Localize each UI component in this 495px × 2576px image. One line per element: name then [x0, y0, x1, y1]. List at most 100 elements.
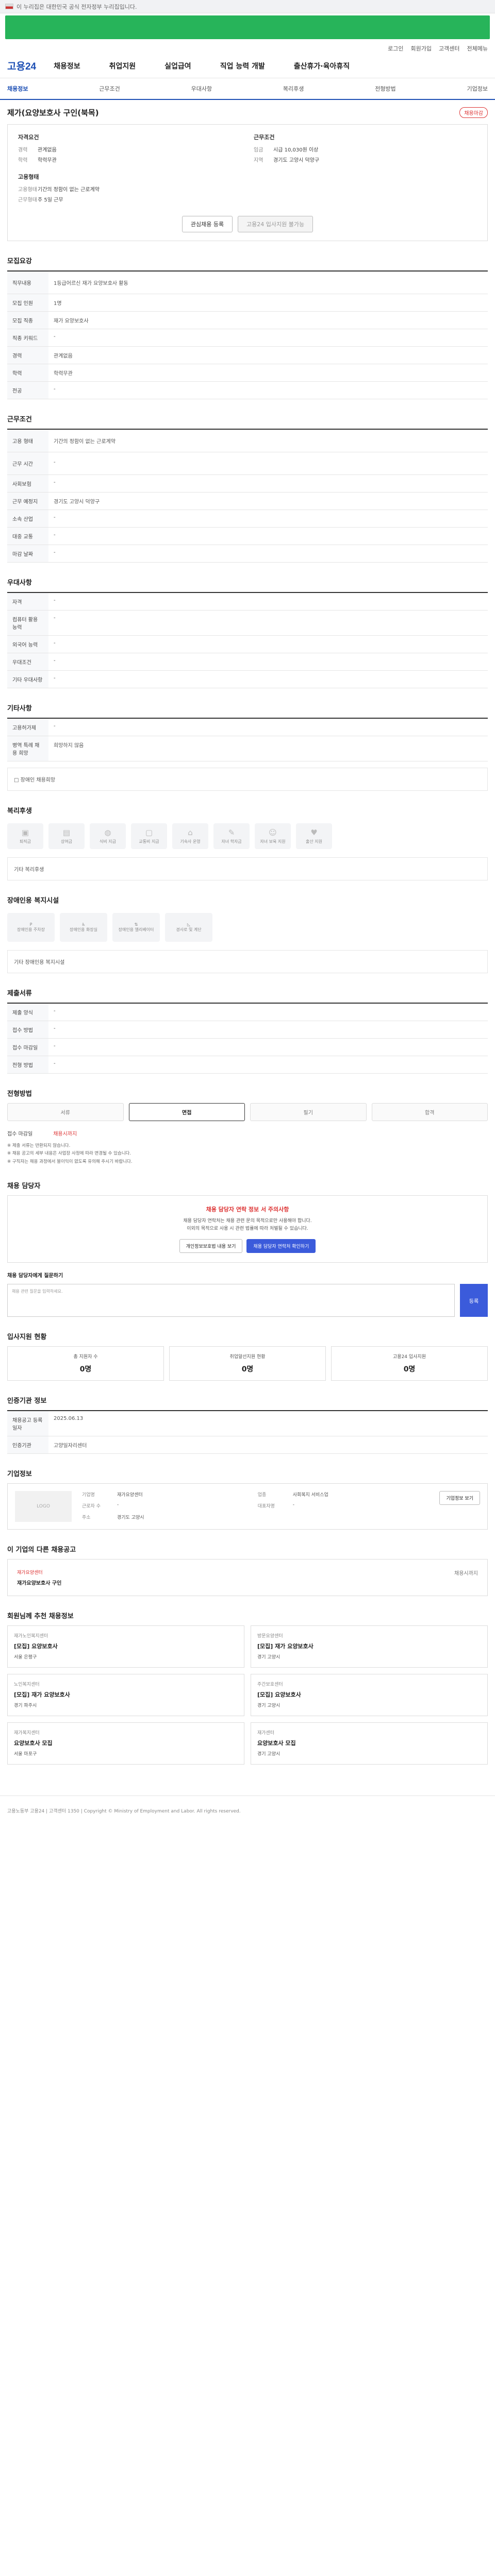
step-item: 면접: [128, 1103, 245, 1121]
inquiry-input[interactable]: 채용 관련 질문을 입력하세요.: [7, 1284, 455, 1317]
info-section: 인증기관 정보 채용공고 등록일자 2025.06.13 인증기관 고양일자리센터: [0, 1395, 495, 1454]
privacy-button[interactable]: 개인정보보호법 내용 보기: [179, 1239, 243, 1253]
school-icon: ✎: [228, 828, 235, 837]
welfare-item: ☺ 자녀 보육 지원: [255, 823, 291, 849]
recommend-card[interactable]: 주간보호센터 [모집] 요양보호사 경기 고양시: [251, 1674, 488, 1717]
row-value: -: [54, 1043, 56, 1049]
facility-note: 기타 장애인용 복지시설: [7, 950, 488, 973]
row-value: 희망하지 않음: [54, 743, 84, 749]
card-company: 재가노인복지센터: [14, 1634, 48, 1639]
stat-label: 총 지원자 수: [73, 1354, 98, 1360]
section-title: 기타사항: [7, 705, 32, 713]
house-icon: ⌂: [188, 828, 193, 837]
show-contact-button[interactable]: 채용 담당자 연락처 확인하기: [246, 1239, 316, 1253]
site-logo[interactable]: 고용24: [7, 59, 36, 73]
tab-work[interactable]: 근무조건: [99, 84, 120, 93]
row-key: 사회보험: [7, 475, 48, 492]
welfare-item: ▣ 퇴직금: [7, 823, 43, 849]
other-job-card[interactable]: 재가요양센터 재가요양보호사 구인 채용시까지: [7, 1559, 488, 1597]
summary-key: 고용형태: [18, 187, 37, 193]
row-key: 병역 특례 채용 희망: [7, 736, 48, 761]
welfare-item: ✎ 자녀 학자금: [213, 823, 250, 849]
tab-welfare[interactable]: 복리후생: [283, 84, 304, 93]
welfare-label: 상여금: [60, 839, 73, 844]
welfare-label: 식비 지급: [100, 839, 116, 844]
nav-benefit[interactable]: 실업급여: [164, 61, 191, 71]
facility-label: 장애인용 주차장: [16, 927, 45, 932]
card-title: [모집] 재가 요양보호사: [257, 1643, 314, 1650]
tab-process[interactable]: 전형방법: [375, 84, 395, 93]
facility-label: 경사로 및 계단: [176, 927, 202, 932]
nav-support[interactable]: 취업지원: [109, 61, 136, 71]
recommend-card[interactable]: 재가복지센터 요양보호사 모집 서울 마포구: [7, 1722, 244, 1765]
help-link[interactable]: 고객센터: [439, 44, 459, 53]
recommend-card[interactable]: 재가노인복지센터 [모집] 요양보호사 서울 은평구: [7, 1625, 244, 1668]
welfare-item: ♥ 출산 지원: [296, 823, 332, 849]
row-key: 대중 교통: [7, 528, 48, 545]
recommend-card[interactable]: 노인복지센터 [모집] 재가 요양보호사 경기 파주시: [7, 1674, 244, 1717]
company-value: 재가요양센터: [117, 1493, 143, 1498]
header: 고용24 채용정보 취업지원 실업급여 직업 능력 개발 출산휴가·육아휴직: [0, 53, 495, 78]
card-location: 서울 마포구: [14, 1752, 37, 1757]
save-job-button[interactable]: 관심채용 등록: [182, 216, 233, 232]
manager-section: 채용 담당자 채용 담당자 연락 정보 서 주의사항 채용 담당자 연락처는 채…: [0, 1180, 495, 1317]
row-key: 접수 마감일: [7, 1039, 48, 1056]
recommend-card[interactable]: 재가센터 요양보호사 모집 경기 고양시: [251, 1722, 488, 1765]
step-item: 서류: [7, 1103, 124, 1121]
nav-leave[interactable]: 출산휴가·육아휴직: [294, 61, 350, 71]
nav-training[interactable]: 직업 능력 개발: [220, 61, 265, 71]
card-location: 경기 고양시: [257, 1655, 280, 1660]
parking-icon: P: [29, 922, 32, 927]
bonus-icon: ▤: [62, 828, 71, 837]
all-menu-link[interactable]: 전체메뉴: [467, 44, 488, 53]
main-nav: 채용정보 취업지원 실업급여 직업 능력 개발 출산휴가·육아휴직: [54, 61, 350, 71]
company-key: 근로자 수: [82, 1504, 101, 1510]
login-link[interactable]: 로그인: [388, 44, 403, 53]
row-key: 마감 날짜: [7, 545, 48, 562]
flag-icon: [5, 4, 13, 9]
child-icon: ☺: [269, 828, 277, 837]
row-key: 경력: [7, 347, 48, 364]
section-title: 우대사항: [7, 579, 32, 587]
welfare-label: 퇴직금: [19, 839, 31, 844]
summary-value: 주 5일 근무: [38, 197, 63, 203]
section-title: 제출서류: [7, 990, 32, 997]
summary-key: 지역: [254, 158, 263, 163]
tab-company[interactable]: 기업정보: [467, 84, 487, 93]
promo-banner[interactable]: [5, 15, 490, 39]
row-key: 인증기관: [7, 1436, 48, 1454]
step-item: 필기: [250, 1103, 367, 1121]
recommend-card[interactable]: 방문요양센터 [모집] 재가 요양보호사경기 고양시: [251, 1625, 488, 1668]
apply-button[interactable]: 고용24 입사지원 불가능: [238, 216, 314, 232]
card-company: 방문요양센터: [257, 1634, 283, 1639]
card-title: 요양보호사 모집: [14, 1740, 53, 1747]
row-key: 직무내용: [7, 272, 48, 294]
row-value: -: [54, 640, 56, 646]
stat-item: 취업알선지원 현황 0명: [169, 1346, 326, 1381]
row-key: 고용허가제: [7, 719, 48, 736]
section-title: 회원님께 추천 채용정보: [7, 1613, 74, 1621]
company-key: 대표자명: [257, 1504, 275, 1510]
other-company: 재가요양센터: [17, 1570, 43, 1576]
bus-icon: ▢: [145, 828, 153, 837]
inquiry-submit-button[interactable]: 등록: [460, 1284, 488, 1317]
welfare-label: 교통비 지급: [139, 839, 159, 844]
summary-key: 임금: [254, 147, 263, 153]
other-job-period: 채용시까지: [454, 1571, 478, 1577]
work-section: 근무조건 고용 형태 기간의 정함이 없는 근로계약 근무 시간 - 사회보험 - 근…: [0, 414, 495, 563]
job-summary: 자격요건 경력 관계없음 학력 학력무관 고용형태 고용형태 기간의 정함이 없는 근…: [7, 124, 488, 241]
signup-link[interactable]: 회원가입: [411, 44, 432, 53]
row-value: -: [54, 550, 56, 555]
nav-jobs[interactable]: 채용정보: [54, 61, 80, 71]
summary-key: 경력: [18, 147, 28, 153]
company-value: -: [292, 1502, 294, 1508]
company-value: -: [117, 1502, 119, 1508]
card-title: 요양보호사 모집: [257, 1740, 296, 1747]
welfare-label: 자녀 학자금: [221, 839, 242, 844]
card-company: 주간보호센터: [257, 1682, 283, 1688]
step-item: 합격: [371, 1103, 488, 1121]
site-footer: 고용노동부 고용24 | 고객센터 1350 | Copyright © Min…: [0, 1795, 495, 1827]
tab-recruit[interactable]: 채용정보: [7, 84, 28, 93]
company-info-button[interactable]: 기업정보 보기: [439, 1491, 480, 1505]
tab-pref[interactable]: 우대사항: [191, 84, 212, 93]
